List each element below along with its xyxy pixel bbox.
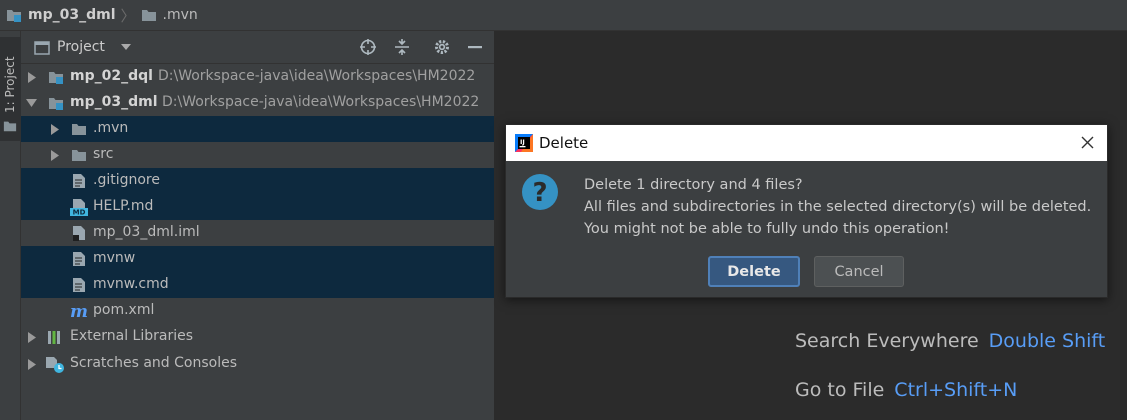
folder-icon (72, 150, 86, 161)
go-to-file-hint: Go to File Ctrl+Shift+N (795, 379, 1017, 401)
tree-item-label: HELP.md (93, 198, 154, 214)
chevron-down-icon[interactable] (26, 98, 37, 108)
intellij-app-icon: IJ (515, 134, 533, 152)
dialog-message-line: All files and subdirectories in the sele… (584, 199, 1092, 215)
tree-item-label: mvnw (93, 250, 136, 266)
markdown-file-icon: MD (70, 199, 88, 216)
svg-text:MD: MD (73, 209, 86, 217)
folder-icon (3, 121, 17, 132)
hint-shortcut: Ctrl+Shift+N (894, 379, 1018, 401)
tree-item-path: D:\Workspace-java\idea\Workspaces\HM2022 (158, 68, 476, 84)
tree-item-iml[interactable]: mp_03_dml.iml (21, 220, 494, 246)
project-panel-header: Project (21, 31, 494, 64)
tree-item-label: mvnw.cmd (93, 276, 169, 292)
project-view-icon (34, 41, 50, 55)
tree-item-src[interactable]: src (21, 142, 494, 168)
tree-item-label: pom.xml (93, 302, 155, 318)
tree-item-label: External Libraries (70, 328, 193, 344)
tree-item-label: mp_02_dql (70, 68, 153, 84)
collapse-all-icon[interactable] (393, 38, 411, 56)
folder-icon (72, 124, 86, 135)
module-file-icon (73, 226, 85, 241)
hint-label: Go to File (795, 379, 885, 401)
project-tool-window: Project mp_02_dql D:\Workspace-java\idea… (21, 31, 494, 420)
delete-button[interactable]: Delete (708, 256, 800, 287)
tree-item-gitignore[interactable]: .gitignore (21, 168, 494, 194)
tree-item-path: D:\Workspace-java\idea\Workspaces\HM2022 (162, 94, 480, 110)
svg-text:m: m (70, 303, 88, 319)
breadcrumb-folder-label: .mvn (162, 7, 198, 23)
chevron-down-icon[interactable] (121, 43, 131, 51)
chevron-right-icon[interactable] (50, 150, 60, 161)
svg-text:?: ? (532, 178, 547, 208)
tree-item-label: .gitignore (93, 172, 160, 188)
tree-item-label: .mvn (93, 120, 129, 136)
tree-item-label: mp_03_dml (70, 94, 158, 110)
project-tool-tab[interactable]: 1: Project (0, 37, 21, 141)
tree-item-pom-xml[interactable]: m pom.xml (21, 298, 494, 324)
close-icon[interactable] (1080, 135, 1095, 150)
chevron-right-icon[interactable] (27, 359, 37, 370)
delete-dialog: IJ Delete ? Delete 1 directory and 4 fil… (505, 124, 1108, 298)
search-everywhere-hint: Search Everywhere Double Shift (795, 330, 1105, 352)
locate-icon[interactable] (359, 38, 377, 56)
folder-icon (141, 10, 156, 21)
chevron-right-icon[interactable] (27, 72, 37, 83)
breadcrumb-project[interactable]: mp_03_dml (6, 7, 116, 23)
module-folder-icon (7, 10, 21, 22)
breadcrumb-separator-icon: 〉 (120, 6, 136, 25)
tree-item-scratches[interactable]: Scratches and Consoles (21, 351, 494, 377)
scratches-icon (46, 357, 64, 373)
tree-item-mvnw[interactable]: mvnw (21, 246, 494, 272)
module-folder-icon (49, 98, 63, 110)
left-tool-strip: 1: Project (0, 31, 21, 420)
chevron-right-icon[interactable] (50, 124, 60, 135)
breadcrumb-folder[interactable]: .mvn (141, 7, 198, 23)
dialog-message-line: You might not be able to fully undo this… (584, 221, 950, 237)
project-tool-tab-label: 1: Project (3, 56, 17, 113)
tree-item-mvnw-cmd[interactable]: mvnw.cmd (21, 272, 494, 298)
text-file-icon (73, 174, 85, 188)
tree-item-mp-02-dql[interactable]: mp_02_dql D:\Workspace-java\idea\Workspa… (21, 64, 494, 90)
dialog-title: Delete (539, 134, 589, 152)
chevron-right-icon[interactable] (27, 332, 37, 343)
navigation-bar: mp_03_dml 〉 .mvn (0, 0, 1127, 31)
text-file-icon (73, 252, 85, 266)
maven-icon: m (70, 303, 88, 319)
tree-item-mvn[interactable]: .mvn (21, 116, 494, 142)
hint-label: Search Everywhere (795, 330, 979, 352)
question-icon: ? (522, 174, 558, 210)
project-view-title[interactable]: Project (57, 39, 105, 55)
dialog-message-line: Delete 1 directory and 4 files? (584, 177, 803, 193)
tree-item-mp-03-dml[interactable]: mp_03_dml D:\Workspace-java\idea\Workspa… (21, 90, 494, 116)
cancel-button[interactable]: Cancel (814, 256, 904, 287)
text-file-icon (73, 278, 85, 292)
tree-item-help-md[interactable]: MD HELP.md (21, 194, 494, 220)
breadcrumb-project-label: mp_03_dml (28, 7, 116, 23)
tree-item-external-libraries[interactable]: External Libraries (21, 324, 494, 350)
hide-panel-icon[interactable] (466, 38, 484, 56)
tree-item-label: mp_03_dml.iml (93, 224, 200, 240)
svg-text:IJ: IJ (520, 138, 525, 146)
tree-item-label: Scratches and Consoles (70, 355, 237, 371)
hint-shortcut: Double Shift (988, 330, 1106, 352)
tree-item-label: src (93, 146, 114, 162)
library-icon (48, 331, 60, 344)
dialog-title-bar[interactable]: IJ Delete (506, 125, 1107, 161)
gear-icon[interactable] (433, 38, 451, 56)
module-folder-icon (49, 72, 63, 84)
